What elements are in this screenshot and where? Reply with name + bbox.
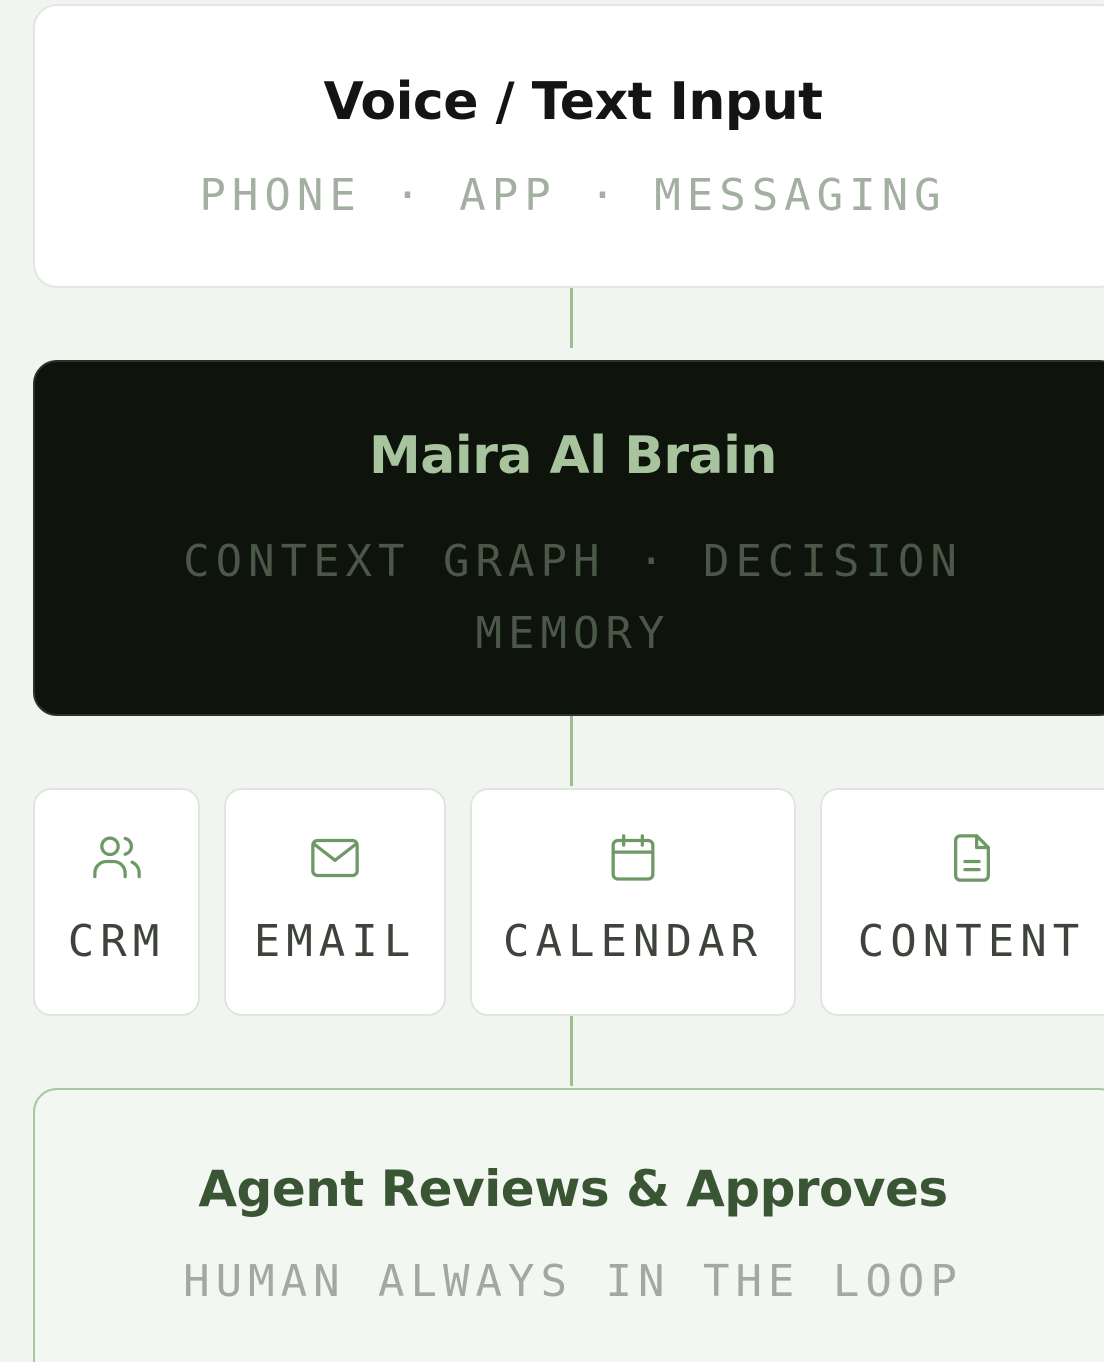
calendar-icon — [611, 834, 655, 881]
tool-label-crm: CRM — [67, 916, 166, 967]
input-subtitle: PHONE · APP · MESSAGING — [199, 170, 947, 221]
input-node: Voice / Text Input PHONE · APP · MESSAGI… — [33, 4, 1104, 288]
connector-brain-tools — [570, 716, 573, 786]
tool-label-content: CONTENT — [857, 916, 1086, 967]
tool-label-calendar: CALENDAR — [503, 916, 763, 967]
brain-title: Maira Al Brain — [369, 426, 777, 486]
document-icon — [953, 834, 990, 882]
mail-icon — [311, 838, 359, 878]
brain-subtitle: CONTEXT GRAPH · DECISION MEMORY — [183, 536, 963, 659]
tool-card-calendar: CALENDAR — [470, 788, 796, 1016]
connector-tools-review — [570, 1016, 573, 1086]
tool-label-email: EMAIL — [253, 916, 417, 967]
tool-card-content: CONTENT — [820, 788, 1104, 1016]
review-subtitle: HUMAN ALWAYS IN THE LOOP — [183, 1256, 963, 1307]
brain-node: Maira Al Brain CONTEXT GRAPH · DECISION … — [33, 360, 1104, 716]
tool-card-email: EMAIL — [224, 788, 446, 1016]
review-node: Agent Reviews & Approves HUMAN ALWAYS IN… — [33, 1088, 1104, 1362]
review-title: Agent Reviews & Approves — [198, 1160, 948, 1218]
input-title: Voice / Text Input — [323, 72, 823, 132]
tool-card-crm: CRM — [33, 788, 200, 1016]
connector-input-brain — [570, 288, 573, 348]
users-icon — [92, 836, 141, 879]
